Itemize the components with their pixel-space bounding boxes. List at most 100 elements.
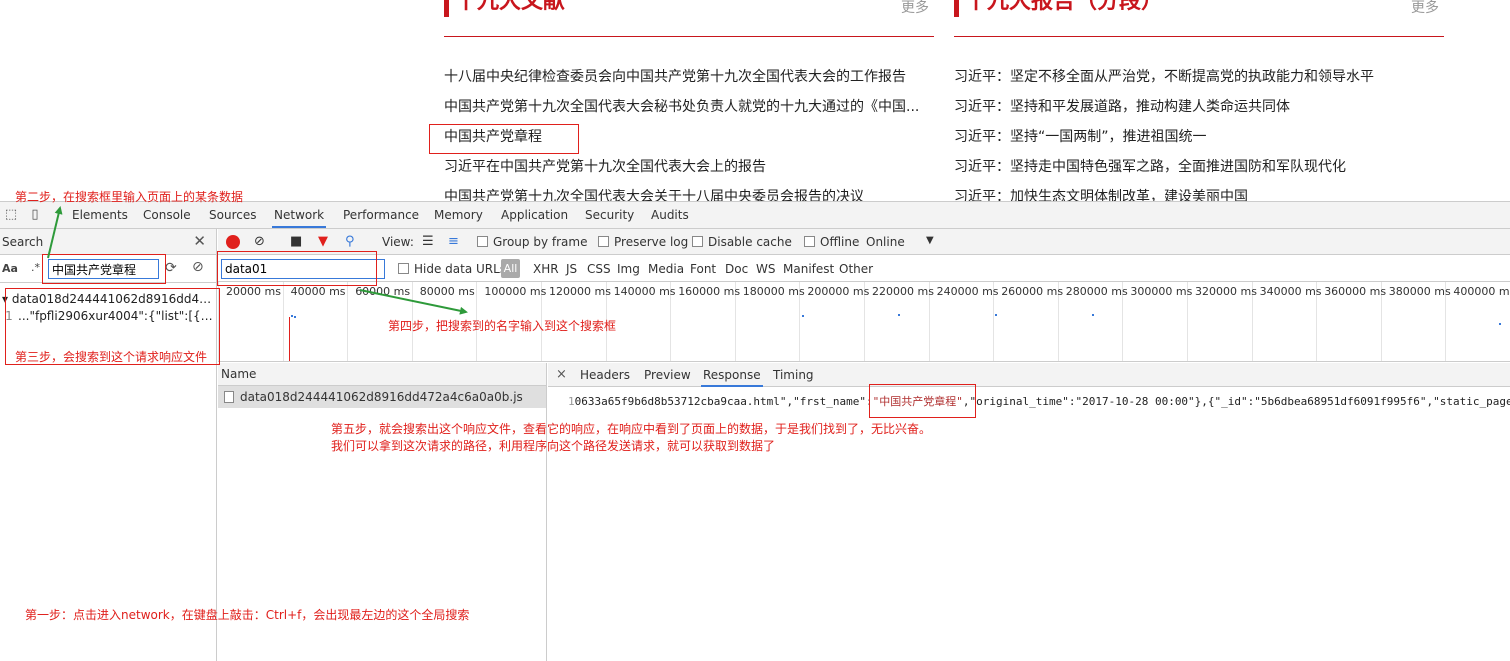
hide-data-urls-label: Hide data URLs [414, 262, 507, 276]
documents-header: 十九大文献 更多 [444, 0, 934, 37]
disable-cache-option[interactable]: Disable cache [692, 235, 792, 249]
list-item[interactable]: 习近平：加快生态文明体制改革，建设美丽中国 [954, 187, 1434, 201]
timeline-tick-label: 360000 ms [1324, 285, 1387, 298]
tab-elements[interactable]: Elements [70, 202, 130, 228]
timeline-tick-label: 300000 ms [1130, 285, 1193, 298]
tab-preview[interactable]: Preview [642, 363, 693, 387]
tab-sources[interactable]: Sources [207, 202, 258, 228]
list-item[interactable]: 习近平：坚定不移全面从严治党，不断提高党的执政能力和领导水平 [954, 67, 1434, 97]
tab-application[interactable]: Application [499, 202, 570, 228]
filter-icon[interactable]: ▼ [318, 234, 328, 250]
filter-img[interactable]: Img [617, 262, 640, 276]
filter-font[interactable]: Font [690, 262, 716, 276]
list-item[interactable]: 习近平：坚持“一国两制”，推进祖国统一 [954, 127, 1434, 157]
filter-css[interactable]: CSS [587, 262, 611, 276]
offline-option[interactable]: Offline [804, 235, 859, 249]
tab-timing[interactable]: Timing [771, 363, 816, 387]
chevron-down-icon[interactable]: ▼ [926, 235, 934, 246]
filter-xhr[interactable]: XHR [533, 262, 559, 276]
clear-icon[interactable]: ⊘ [192, 259, 204, 275]
annotation-step5-line2: 我们可以拿到这次请求的路径，利用程序向这个路径发送请求，就可以获取到数据了 [331, 439, 776, 453]
filter-manifest[interactable]: Manifest [783, 262, 834, 276]
name-column-header[interactable]: Name [218, 363, 546, 386]
timeline-tick-label: 320000 ms [1195, 285, 1257, 298]
annotation-box-page-item [429, 124, 579, 154]
checkbox[interactable] [804, 236, 815, 247]
load-event-line [289, 317, 290, 361]
documents-column: 十九大文献 更多 十八届中央纪律检查委员会向中国共产党第十九次全国代表大会的工作… [444, 0, 934, 201]
checkbox[interactable] [692, 236, 703, 247]
large-rows-icon[interactable]: ☰ [422, 234, 434, 250]
filter-js[interactable]: JS [566, 262, 577, 276]
tab-performance[interactable]: Performance [341, 202, 421, 228]
filter-doc[interactable]: Doc [725, 262, 748, 276]
tab-headers[interactable]: Headers [578, 363, 632, 387]
timeline-dot [294, 316, 296, 318]
tab-security[interactable]: Security [583, 202, 636, 228]
refresh-icon[interactable]: ⟳ [165, 260, 177, 276]
network-toolbar: ⊘ ■ ▼ ⚲ View: ☰ ≡ Group by frame Preserv… [218, 229, 1510, 255]
filter-media[interactable]: Media [648, 262, 684, 276]
inspect-element-icon[interactable]: ⬚ [3, 207, 19, 223]
annotation-box-search-input [42, 254, 166, 284]
preserve-log-option[interactable]: Preserve log [598, 235, 688, 249]
checkbox[interactable] [598, 236, 609, 247]
close-icon[interactable]: × [556, 367, 567, 382]
tab-console[interactable]: Console [141, 202, 193, 228]
throttling-select[interactable]: Online [866, 235, 905, 249]
annotation-step4: 第四步，把搜索到的名字输入到这个搜索框 [388, 319, 617, 333]
table-row[interactable]: data018d244441062d8916dd472a4c6a0a0b.js [218, 386, 546, 408]
list-item[interactable]: 习近平在中国共产党第十九次全国代表大会上的报告 [444, 157, 924, 187]
device-toolbar-icon[interactable]: ▯ [27, 207, 43, 223]
clear-log-icon[interactable]: ⊘ [254, 234, 265, 250]
checkbox[interactable] [477, 236, 488, 247]
preserve-log-label: Preserve log [614, 235, 689, 249]
timeline-tick-label: 20000 ms [226, 285, 281, 298]
annotation-box-response-match [869, 384, 976, 418]
timeline-tick-label: 160000 ms [678, 285, 741, 298]
filter-all-button[interactable]: All [501, 259, 520, 278]
timeline-tick-label: 260000 ms [1001, 285, 1064, 298]
report-list: 习近平：坚定不移全面从严治党，不断提高党的执政能力和领导水平 习近平：坚持和平发… [954, 67, 1444, 201]
timeline-dot [802, 315, 804, 317]
timeline-tick-label: 80000 ms [419, 285, 475, 298]
group-by-frame-option[interactable]: Group by frame [477, 235, 587, 249]
tab-network[interactable]: Network [272, 202, 327, 228]
timeline-tick-label: 220000 ms [872, 285, 934, 298]
web-page: 十九大文献 更多 十八届中央纪律检查委员会向中国共产党第十九次全国代表大会的工作… [0, 0, 1510, 201]
record-button[interactable] [226, 235, 240, 249]
timeline-tick-label: 400000 ms [1453, 285, 1510, 298]
tab-audits[interactable]: Audits [649, 202, 691, 228]
list-item[interactable]: 十八届中央纪律检查委员会向中国共产党第十九次全国代表大会的工作报告 [444, 67, 924, 97]
waterfall-icon[interactable]: ≡ [448, 234, 459, 250]
regex-toggle[interactable]: .* [31, 261, 40, 274]
list-item[interactable]: 习近平：坚持和平发展道路，推动构建人类命运共同体 [954, 97, 1434, 127]
annotation-step2: 第二步，在搜索框里输入页面上的某条数据 [15, 190, 244, 204]
report-column: 十九大报告（分段） 更多 习近平：坚定不移全面从严治党，不断提高党的执政能力和领… [954, 0, 1444, 201]
checkbox[interactable] [398, 263, 409, 274]
report-title: 十九大报告（分段） [965, 0, 1164, 14]
filter-other[interactable]: Other [839, 262, 873, 276]
filter-ws[interactable]: WS [756, 262, 775, 276]
timeline-dot [291, 315, 293, 317]
response-body[interactable]: 10633a65f9b6d8b53712cba9caa.html","frst_… [568, 393, 1510, 409]
list-item[interactable]: 中国共产党第十九次全国代表大会关于十八届中央委员会报告的决议 [444, 187, 924, 201]
timeline-dot [1092, 314, 1094, 316]
match-case-toggle[interactable]: Aa [2, 262, 18, 275]
network-filter-bar: Hide data URLs All XHR JS CSS Img Media … [218, 255, 1510, 282]
tab-response[interactable]: Response [701, 363, 763, 387]
list-item[interactable]: 习近平：坚持走中国特色强军之路，全面推进国防和军队现代化 [954, 157, 1434, 187]
report-more-link[interactable]: 更多 [1411, 0, 1439, 17]
timeline-tick-label: 240000 ms [936, 285, 999, 298]
search-icon[interactable]: ⚲ [345, 234, 355, 250]
list-item[interactable]: 中国共产党第十九次全国代表大会秘书处负责人就党的十九大通过的《中国... [444, 97, 924, 127]
search-header-label: Search [2, 235, 44, 249]
hide-data-urls-option[interactable]: Hide data URLs [398, 262, 506, 276]
timeline-dot [1499, 323, 1501, 325]
timeline-tick-label: 380000 ms [1388, 285, 1451, 298]
detail-tabbar: × Headers Preview Response Timing [548, 363, 1510, 387]
capture-screenshots-icon[interactable]: ■ [290, 234, 302, 250]
tab-memory[interactable]: Memory [432, 202, 485, 228]
close-icon[interactable]: ✕ [193, 232, 206, 250]
documents-more-link[interactable]: 更多 [901, 0, 929, 17]
